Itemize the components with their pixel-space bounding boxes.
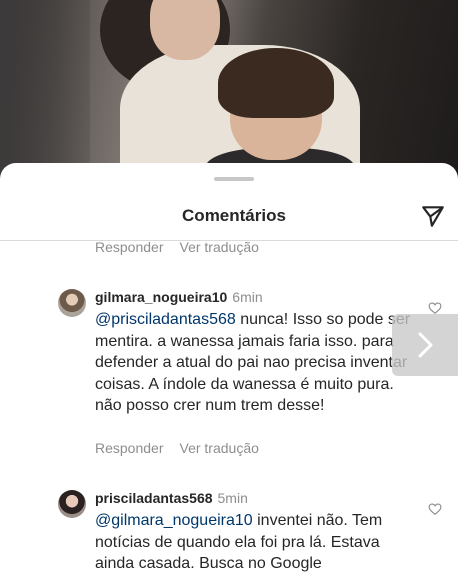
reply-link[interactable]: Responder xyxy=(95,239,164,255)
avatar[interactable] xyxy=(58,289,86,317)
heart-icon[interactable] xyxy=(428,502,442,516)
comment-username[interactable]: prisciladantas568 5min xyxy=(95,490,248,506)
comments-sheet: Comentários Responder Ver tradução gilmar… xyxy=(0,163,458,578)
next-button[interactable] xyxy=(392,314,458,376)
comment-time: 5min xyxy=(217,490,248,506)
translate-link[interactable]: Ver tradução xyxy=(180,440,259,456)
mention-link[interactable]: @gilmara_nogueira10 xyxy=(95,512,253,529)
comment-text: @gilmara_nogueira10 inventei não. Tem no… xyxy=(95,512,383,572)
sheet-header: Comentários xyxy=(0,191,458,241)
mention-link[interactable]: @prisciladantas568 xyxy=(95,311,236,328)
comment-time: 6min xyxy=(232,289,263,305)
comment-actions: Responder Ver tradução xyxy=(95,440,259,456)
comment-text: @prisciladantas568 nunca! Isso so pode s… xyxy=(95,311,411,414)
send-icon[interactable] xyxy=(420,203,446,229)
chevron-right-icon xyxy=(418,332,433,358)
page-title: Comentários xyxy=(182,206,286,225)
reply-link[interactable]: Responder xyxy=(95,440,164,456)
comment-username[interactable]: gilmara_nogueira10 6min xyxy=(95,289,263,305)
avatar[interactable] xyxy=(58,490,86,518)
translate-link[interactable]: Ver tradução xyxy=(180,239,259,255)
drag-handle[interactable] xyxy=(214,177,254,181)
heart-icon[interactable] xyxy=(428,301,442,315)
post-photo xyxy=(0,0,458,186)
previous-comment-actions: Responder Ver tradução xyxy=(95,239,259,255)
